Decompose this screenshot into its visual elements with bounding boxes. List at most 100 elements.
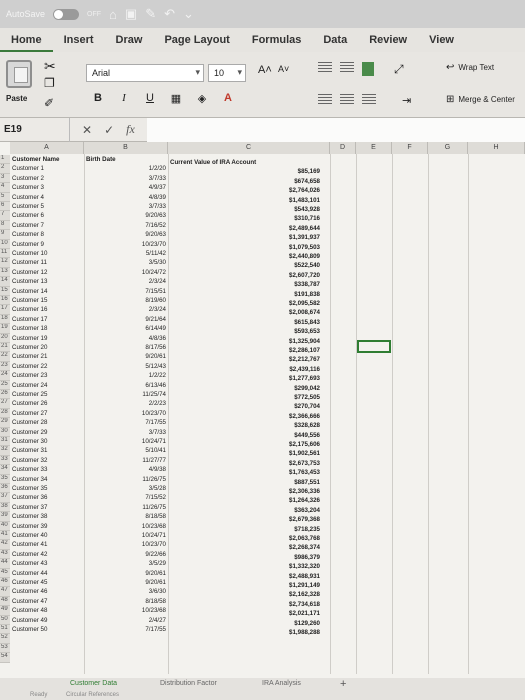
row-header[interactable]: 28: [0, 408, 10, 419]
edit-icon[interactable]: ✎: [145, 6, 156, 22]
fx-icon[interactable]: fx: [126, 122, 135, 137]
cell-birth-date[interactable]: 10/23/70: [86, 241, 166, 248]
tab-formulas[interactable]: Formulas: [241, 28, 313, 52]
cell-birth-date[interactable]: 11/26/75: [86, 504, 166, 511]
status-circular[interactable]: Circular References: [66, 692, 119, 698]
cell-birth-date[interactable]: 9/20/63: [86, 231, 166, 238]
row-header[interactable]: 36: [0, 484, 10, 494]
cell-customer-name[interactable]: Customer 46: [12, 588, 82, 595]
cell-ira-value[interactable]: $543,928: [170, 206, 320, 213]
cell-ira-value[interactable]: $615,843: [170, 319, 320, 326]
cell-customer-name[interactable]: Customer 33: [12, 466, 82, 473]
underline-button[interactable]: U: [144, 92, 156, 105]
tab-draw[interactable]: Draw: [105, 28, 154, 52]
cell-birth-date[interactable]: 2/2/23: [86, 400, 166, 407]
row-header[interactable]: 3: [0, 173, 10, 184]
cell-customer-name[interactable]: Customer 4: [12, 194, 82, 201]
cell-ira-value[interactable]: $1,277,693: [170, 375, 320, 382]
sheet-tab-customer-data[interactable]: Customer Data: [70, 680, 117, 687]
row-header[interactable]: 45: [0, 568, 10, 578]
cell-ira-value[interactable]: $1,325,904: [170, 338, 320, 345]
cell-ira-value[interactable]: $2,489,644: [170, 225, 320, 232]
cell-birth-date[interactable]: 7/17/55: [86, 419, 166, 426]
paste-icon[interactable]: [6, 60, 32, 88]
row-header[interactable]: 31: [0, 437, 10, 447]
row-header[interactable]: 53: [0, 643, 10, 654]
cell-ira-value[interactable]: $2,673,753: [170, 460, 320, 467]
cell-customer-name[interactable]: Customer 26: [12, 400, 82, 407]
row-header[interactable]: 51: [0, 625, 10, 635]
cell-ira-value[interactable]: $522,540: [170, 262, 320, 269]
column-header[interactable]: E: [356, 142, 392, 154]
cell-birth-date[interactable]: 1/2/22: [86, 372, 166, 379]
save-icon[interactable]: ▣: [125, 6, 137, 22]
cell-ira-value[interactable]: $2,063,768: [170, 535, 320, 542]
row-header[interactable]: 6: [0, 202, 10, 212]
row-header[interactable]: 12: [0, 258, 10, 268]
cell-customer-name[interactable]: Customer 3: [12, 184, 82, 191]
cell-birth-date[interactable]: 2/3/24: [86, 306, 166, 313]
cell-customer-name[interactable]: Customer 47: [12, 598, 82, 605]
selected-cell-e19[interactable]: [357, 340, 391, 353]
cell-birth-date[interactable]: 7/15/51: [86, 288, 166, 295]
formula-input[interactable]: [146, 117, 525, 142]
cell-ira-value[interactable]: $1,763,453: [170, 469, 320, 476]
cell-customer-name[interactable]: Customer 21: [12, 353, 82, 360]
increase-font-button[interactable]: A˄: [258, 64, 272, 76]
cell-customer-name[interactable]: Customer 48: [12, 607, 82, 614]
chevron-down-icon[interactable]: ⌄: [183, 6, 194, 22]
cell-customer-name[interactable]: Customer 10: [12, 250, 82, 257]
cell-ira-value[interactable]: $2,021,171: [170, 610, 320, 617]
cell-customer-name[interactable]: Customer 25: [12, 391, 82, 398]
cell-birth-date[interactable]: 11/26/75: [86, 476, 166, 483]
cell-customer-name[interactable]: Customer 40: [12, 532, 82, 539]
worksheet-grid[interactable]: A B C D E F G H 1 2 3 4 5 6 7 8 9 10 11 12 13 14 15 16 17 18 19 20 2…: [0, 142, 525, 678]
cell-customer-name[interactable]: Customer 7: [12, 222, 82, 229]
row-header[interactable]: 27: [0, 399, 10, 409]
cell-customer-name[interactable]: Customer 32: [12, 457, 82, 464]
cell-birth-date[interactable]: 11/25/74: [86, 391, 166, 398]
cut-icon[interactable]: ✂: [44, 58, 56, 75]
cell-customer-name[interactable]: Customer 2: [12, 175, 82, 182]
cell-birth-date[interactable]: 3/7/33: [86, 203, 166, 210]
row-header[interactable]: 39: [0, 512, 10, 522]
cell-ira-value[interactable]: $2,268,374: [170, 544, 320, 551]
tab-insert[interactable]: Insert: [53, 28, 105, 52]
sheet-tab-distribution-factor[interactable]: Distribution Factor: [160, 680, 217, 687]
align-top-icon[interactable]: [318, 62, 332, 74]
cell-ira-value[interactable]: $1,988,288: [170, 629, 320, 636]
cell-birth-date[interactable]: 10/24/72: [86, 269, 166, 276]
cell-ira-value[interactable]: $85,169: [170, 168, 320, 175]
cell-birth-date[interactable]: 5/10/41: [86, 447, 166, 454]
cancel-icon[interactable]: ✕: [82, 123, 92, 137]
undo-icon[interactable]: ↶: [164, 6, 175, 22]
cell-birth-date[interactable]: 5/12/43: [86, 363, 166, 370]
decrease-font-button[interactable]: A˅: [278, 64, 289, 74]
cell-birth-date[interactable]: 3/6/30: [86, 588, 166, 595]
row-header[interactable]: 5: [0, 192, 10, 202]
cell-ira-value[interactable]: $772,505: [170, 394, 320, 401]
row-header[interactable]: 4: [0, 183, 10, 193]
cell-birth-date[interactable]: 2/3/24: [86, 278, 166, 285]
cell-ira-value[interactable]: $1,483,101: [170, 197, 320, 204]
cell-customer-name[interactable]: Customer 22: [12, 363, 82, 370]
cell-ira-value[interactable]: $129,260: [170, 620, 320, 627]
cell-customer-name[interactable]: Customer 6: [12, 212, 82, 219]
tab-view[interactable]: View: [418, 28, 465, 52]
row-header[interactable]: 18: [0, 314, 10, 325]
row-header[interactable]: 44: [0, 559, 10, 569]
tab-page-layout[interactable]: Page Layout: [153, 28, 240, 52]
row-header[interactable]: 47: [0, 587, 10, 597]
cell-customer-name[interactable]: Customer 39: [12, 523, 82, 530]
cell-ira-value[interactable]: $363,204: [170, 507, 320, 514]
cell-ira-value[interactable]: $328,628: [170, 422, 320, 429]
cell-birth-date[interactable]: 3/7/33: [86, 175, 166, 182]
cell-birth-date[interactable]: 8/19/60: [86, 297, 166, 304]
cell-birth-date[interactable]: 5/11/42: [86, 250, 166, 257]
fill-color-icon[interactable]: ◈: [196, 92, 208, 105]
cell-customer-name[interactable]: Customer 44: [12, 570, 82, 577]
paste-label[interactable]: Paste: [6, 94, 27, 103]
cell-customer-name[interactable]: Customer 9: [12, 241, 82, 248]
cell-customer-name[interactable]: Customer 49: [12, 617, 82, 624]
header-ira-value[interactable]: Current Value of IRA Account: [170, 159, 328, 166]
